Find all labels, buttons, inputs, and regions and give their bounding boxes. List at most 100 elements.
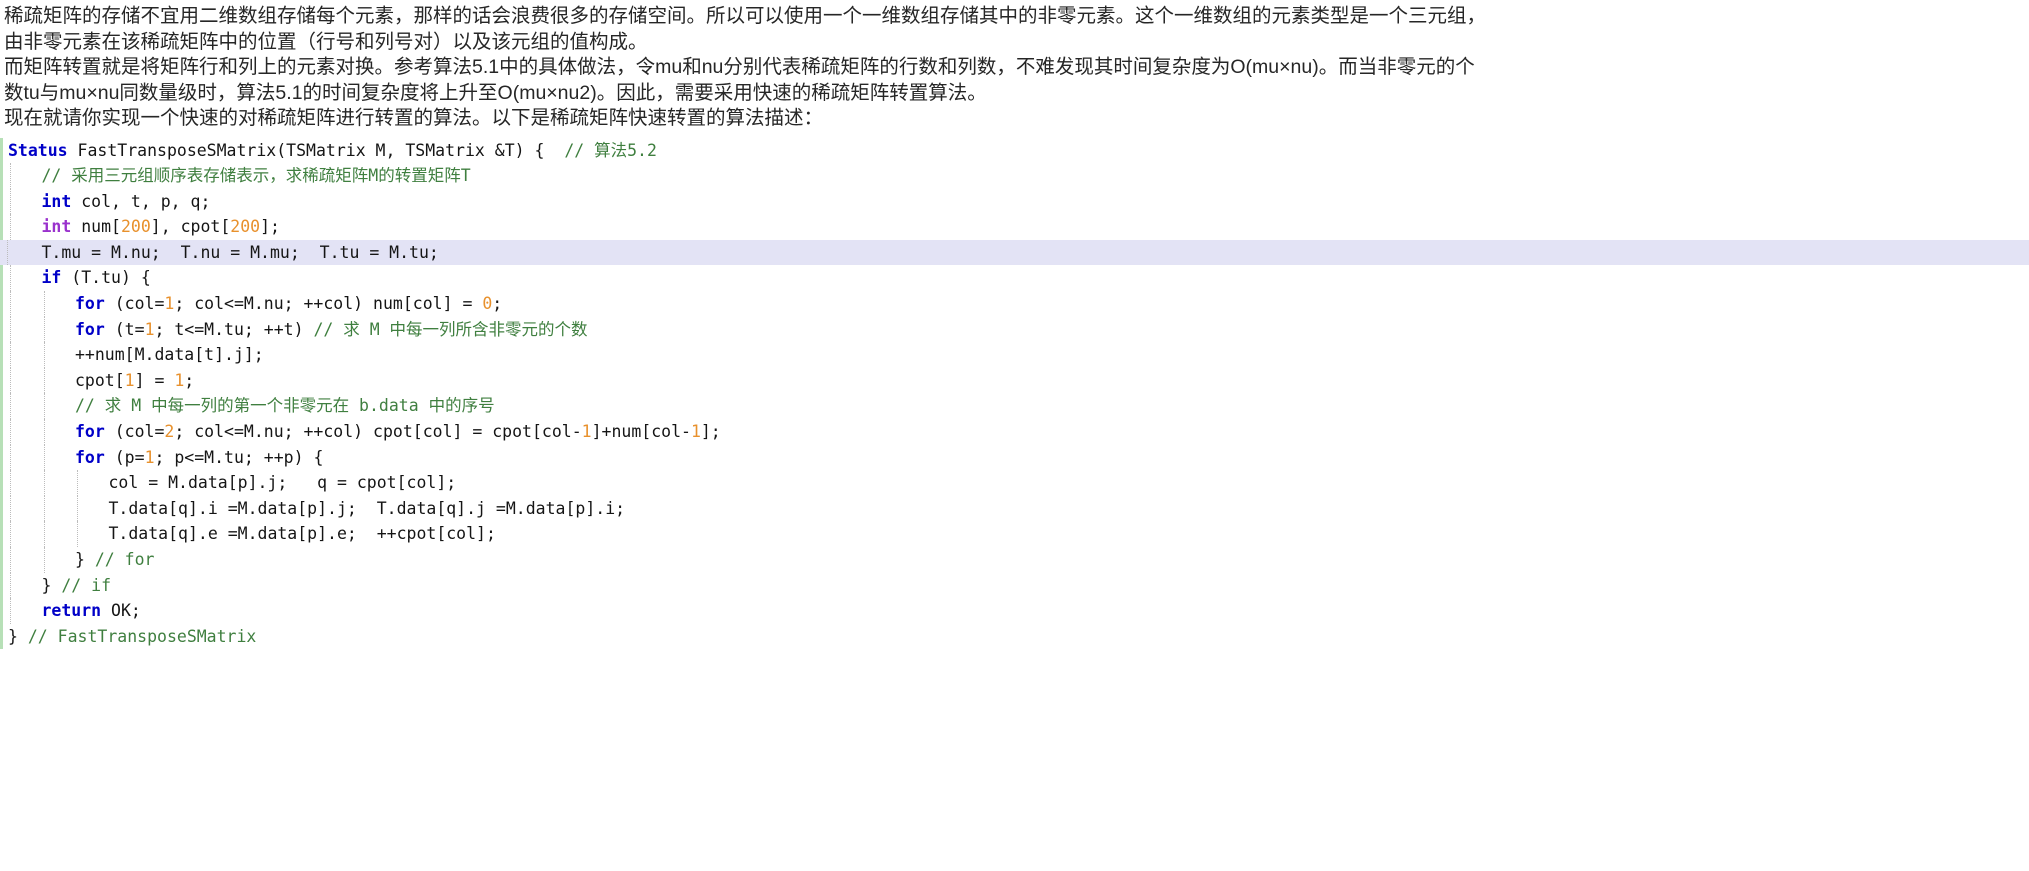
code-token-pln: FastTransposeSMatrix(TSMatrix M, TSMatri… bbox=[67, 140, 565, 160]
code-token-num: 1 bbox=[174, 370, 185, 390]
indent-guide bbox=[43, 316, 46, 343]
code-token-pln: (p= bbox=[104, 447, 145, 467]
code-line[interactable]: if (T.tu) { bbox=[0, 265, 2029, 292]
code-line-text: // 采用三元组顺序表存储表示，求稀疏矩阵M的转置矩阵T bbox=[42, 166, 471, 185]
code-line-text: for (p=1; p<=M.tu; ++p) { bbox=[75, 448, 323, 467]
code-line[interactable]: // 求 M 中每一列的第一个非零元在 b.data 中的序号 bbox=[0, 393, 2029, 420]
code-line[interactable]: T.data[q].i =M.data[p].j; T.data[q].j =M… bbox=[0, 495, 2029, 522]
code-line-text: } // for bbox=[75, 550, 154, 569]
code-line[interactable]: } // FastTransposeSMatrix bbox=[0, 624, 2029, 650]
indent-guide bbox=[10, 342, 12, 368]
code-line[interactable]: } // if bbox=[0, 572, 2029, 599]
indent-guide bbox=[10, 419, 12, 445]
code-token-kw: return bbox=[41, 601, 102, 621]
code-token-cmt: // for bbox=[94, 550, 155, 569]
code-token-pln: T.data[q].i =M.data[p].j; T.data[q].j =M… bbox=[108, 498, 626, 518]
code-line[interactable]: ++num[M.data[t].j]; bbox=[0, 342, 2029, 368]
prose-line: 由非零元素在该稀疏矩阵中的位置（行号和列号对）以及该元组的值构成。 bbox=[4, 30, 648, 53]
code-token-num: 1 bbox=[581, 422, 592, 442]
indent-guide bbox=[10, 188, 12, 215]
code-token-pln: ]+num[col- bbox=[591, 422, 691, 442]
code-token-kw: for bbox=[75, 319, 105, 339]
code-token-num: 1 bbox=[144, 319, 155, 339]
problem-description-text: 稀疏矩阵的存储不宜用二维数组存储每个元素，那样的话会浪费很多的存储空间。所以可以… bbox=[0, 0, 2029, 132]
code-line-text: } // if bbox=[42, 576, 112, 595]
code-lines-container[interactable]: Status FastTransposeSMatrix(TSMatrix M, … bbox=[0, 138, 2029, 650]
code-line[interactable]: return OK; bbox=[0, 598, 2029, 624]
indent-guide bbox=[10, 598, 12, 624]
code-line[interactable]: for (col=1; col<=M.nu; ++col) num[col] =… bbox=[0, 291, 2029, 317]
code-token-pln: ; bbox=[492, 294, 503, 314]
code-token-pln: col, t, p, q; bbox=[71, 191, 211, 211]
code-line[interactable]: T.data[q].e =M.data[p].e; ++cpot[col]; bbox=[0, 521, 2029, 547]
indent-guide bbox=[10, 163, 12, 189]
indent-guide bbox=[10, 547, 12, 573]
indent-guide bbox=[10, 495, 12, 522]
code-line-text: return OK; bbox=[42, 601, 141, 620]
code-line-text: cpot[1] = 1; bbox=[75, 371, 194, 390]
code-line[interactable]: for (p=1; p<=M.tu; ++p) { bbox=[0, 444, 2029, 471]
code-token-num: 2 bbox=[164, 422, 175, 442]
code-line[interactable]: } // for bbox=[0, 547, 2029, 573]
indent-guide bbox=[10, 521, 12, 547]
prose-line: 数tu与mu×nu同数量级时，算法5.1的时间复杂度将上升至O(mu×nu2)。… bbox=[4, 81, 987, 104]
code-line-text: ++num[M.data[t].j]; bbox=[75, 345, 264, 364]
code-line[interactable]: for (col=2; col<=M.nu; ++col) cpot[col] … bbox=[0, 419, 2029, 445]
code-token-kw2: int bbox=[41, 217, 72, 237]
code-line[interactable]: // 采用三元组顺序表存储表示，求稀疏矩阵M的转置矩阵T bbox=[0, 163, 2029, 189]
code-token-pln: num[ bbox=[71, 217, 121, 237]
code-token-pln: OK; bbox=[101, 601, 141, 621]
code-token-pln: ] = bbox=[134, 370, 175, 390]
prose-line: 而矩阵转置就是将矩阵行和列上的元素对换。参考算法5.1中的具体做法，令mu和nu… bbox=[4, 56, 1475, 78]
indent-guide bbox=[10, 316, 12, 343]
indent-guide bbox=[43, 547, 46, 573]
problem-statement-page: 稀疏矩阵的存储不宜用二维数组存储每个元素，那样的话会浪费很多的存储空间。所以可以… bbox=[0, 0, 2029, 650]
code-token-pln: ]; bbox=[700, 422, 721, 442]
code-line[interactable]: for (t=1; t<=M.tu; ++t) // 求 M 中每一列所含非零元… bbox=[0, 316, 2029, 343]
code-line-text: int col, t, p, q; bbox=[42, 192, 211, 211]
code-line[interactable]: cpot[1] = 1; bbox=[0, 367, 2029, 394]
indent-guide bbox=[10, 572, 12, 599]
code-line-text: T.data[q].e =M.data[p].e; ++cpot[col]; bbox=[109, 524, 496, 543]
code-token-pln: } bbox=[41, 575, 62, 595]
code-token-kw: if bbox=[41, 268, 62, 288]
algorithm-code-block[interactable]: Status FastTransposeSMatrix(TSMatrix M, … bbox=[0, 137, 2029, 650]
code-token-pln: ; p<=M.tu; ++p) { bbox=[154, 447, 324, 467]
code-token-kw: for bbox=[75, 447, 105, 467]
indent-guide bbox=[10, 367, 12, 394]
code-line-text: col = M.data[p].j; q = cpot[col]; bbox=[109, 473, 457, 492]
code-token-pln: ]; bbox=[260, 217, 280, 237]
indent-guide bbox=[10, 291, 12, 317]
code-token-cmt: // if bbox=[61, 575, 112, 595]
indent-guide bbox=[43, 470, 46, 496]
code-token-cmt: // 求 M 中每一列所含非零元的个数 bbox=[313, 319, 588, 339]
code-token-num: 1 bbox=[124, 370, 135, 390]
code-line[interactable]: col = M.data[p].j; q = cpot[col]; bbox=[0, 470, 2029, 496]
code-line[interactable]: Status FastTransposeSMatrix(TSMatrix M, … bbox=[0, 138, 2029, 164]
code-line-text: for (t=1; t<=M.tu; ++t) // 求 M 中每一列所含非零元… bbox=[75, 320, 588, 339]
code-token-pln: (T.tu) { bbox=[61, 268, 151, 288]
indent-guide bbox=[43, 393, 46, 420]
code-line[interactable]: T.mu = M.nu; T.nu = M.mu; T.tu = M.tu; bbox=[0, 239, 2029, 266]
code-token-pln: (col= bbox=[104, 294, 165, 314]
code-token-cmt: // FastTransposeSMatrix bbox=[27, 626, 257, 646]
code-token-num: 200 bbox=[120, 217, 151, 237]
code-token-pln: T.mu = M.nu; T.nu = M.mu; T.tu = M.tu; bbox=[41, 242, 439, 262]
code-line-text: for (col=1; col<=M.nu; ++col) num[col] =… bbox=[75, 294, 502, 313]
code-line[interactable]: int num[200], cpot[200]; bbox=[0, 214, 2029, 240]
indent-guide bbox=[10, 470, 12, 496]
code-token-cmt: // 求 M 中每一列的第一个非零元在 b.data 中的序号 bbox=[75, 396, 495, 416]
indent-guide bbox=[43, 342, 46, 368]
code-token-pln: ; bbox=[184, 370, 195, 390]
indent-guide bbox=[77, 521, 79, 547]
code-token-pln: (col= bbox=[104, 422, 165, 442]
code-line-text: Status FastTransposeSMatrix(TSMatrix M, … bbox=[8, 141, 657, 160]
code-line[interactable]: int col, t, p, q; bbox=[0, 188, 2029, 215]
code-line-text: T.data[q].i =M.data[p].j; T.data[q].j =M… bbox=[109, 499, 626, 518]
code-token-cmt: // 算法5.2 bbox=[564, 140, 657, 160]
code-token-pln: ; col<=M.nu; ++col) cpot[col] = cpot[col… bbox=[174, 422, 582, 442]
indent-guide bbox=[10, 265, 12, 292]
indent-guide bbox=[7, 239, 9, 266]
code-line-text: int num[200], cpot[200]; bbox=[42, 217, 280, 236]
code-token-pln: col = M.data[p].j; q = cpot[col]; bbox=[108, 473, 457, 493]
